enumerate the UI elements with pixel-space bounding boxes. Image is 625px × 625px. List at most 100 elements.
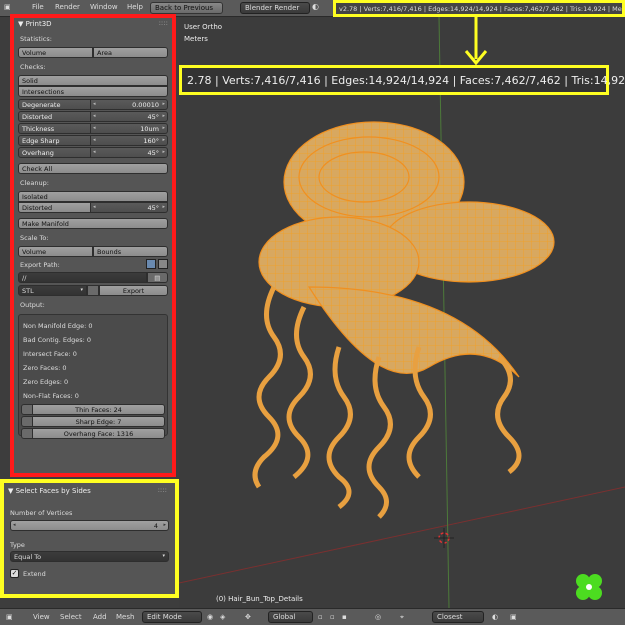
decrement-arrow-icon[interactable]: ◂ [93,125,96,131]
thickness-field[interactable]: ◂ 10um ▸ [91,123,168,134]
output-line: Bad Contig. Edges: 0 [23,336,92,344]
snap-target-icon[interactable]: ◐ [492,613,498,621]
mesh-render [179,17,625,608]
statistics-label: Statistics: [20,35,52,43]
collapse-triangle-icon[interactable]: ▼ [18,20,26,28]
num-vertices-label: Number of Vertices [10,509,73,517]
increment-arrow-icon[interactable]: ▸ [162,149,165,155]
overhang-row: Overhang ◂ 45° ▸ [18,147,168,158]
face-select-icon[interactable]: ▪ [342,613,347,621]
blender-logo-icon: ◐ [312,2,319,11]
render-icon[interactable]: ▣ [510,613,517,621]
make-manifold-button[interactable]: Make Manifold [18,218,168,229]
scale-to-label: Scale To: [20,234,49,242]
decrement-arrow-icon[interactable]: ◂ [93,149,96,155]
increment-arrow-icon[interactable]: ▸ [162,125,165,131]
eyedropper-icon[interactable] [146,259,156,269]
operator-header[interactable]: ▼ Select Faces by Sides :::: [4,485,175,497]
num-vertices-slider[interactable]: ◂ 4 ▸ [10,520,169,531]
editor-type-icon[interactable]: ▣ [6,613,13,621]
drag-handle-icon[interactable]: :::: [158,486,167,494]
edge-sharp-button[interactable]: Edge Sharp [18,135,91,146]
folder-icon[interactable]: ▤ [146,272,168,283]
export-path-field[interactable]: // [18,272,147,283]
decrement-arrow-icon[interactable]: ◂ [93,137,96,143]
3d-viewport[interactable]: User Ortho Meters (0) Hair_Bun_Top_Detai… [179,17,625,608]
menu-file[interactable]: File [32,3,44,11]
dropdown-arrow-icon: ▾ [162,553,165,559]
shading-icon[interactable]: ◉ [207,613,213,621]
decrement-arrow-icon[interactable]: ◂ [93,101,96,107]
increment-arrow-icon[interactable]: ▸ [162,137,165,143]
decrement-arrow-icon[interactable]: ◂ [13,522,16,528]
menu-select[interactable]: Select [60,613,82,621]
editor-type-icon[interactable]: ▣ [4,3,11,11]
overhang-field[interactable]: ◂ 45° ▸ [91,147,168,158]
operator-panel: ▼ Select Faces by Sides :::: Number of V… [0,479,179,598]
isolated-button[interactable]: Isolated [18,191,168,202]
type-select[interactable]: Equal To ▾ [10,551,169,562]
edge-select-icon[interactable]: ▫ [330,613,335,621]
select-icon [21,416,33,427]
dropdown-arrow-icon: ▾ [80,287,83,293]
menu-mesh[interactable]: Mesh [116,613,134,621]
thin-faces-button[interactable]: Thin Faces: 24 [33,404,165,415]
check-all-button[interactable]: Check All [18,163,168,174]
area-button[interactable]: Area [93,47,168,58]
collapse-triangle-icon[interactable]: ▼ [8,487,16,495]
export-button[interactable]: Export [99,285,168,296]
print3d-panel: ▼ Print3D :::: Statistics: Volume Area C… [10,14,176,477]
menu-view[interactable]: View [33,613,50,621]
menu-window[interactable]: Window [90,3,118,11]
render-engine-select[interactable]: Blender Render [240,2,310,14]
increment-arrow-icon[interactable]: ▸ [162,113,165,119]
increment-arrow-icon[interactable]: ▸ [162,204,165,210]
volume-button[interactable]: Volume [18,47,93,58]
extend-checkbox[interactable]: ✓ [10,569,19,578]
overhang-button[interactable]: Overhang [18,147,91,158]
pivot-icon[interactable]: ◈ [220,613,225,621]
export-icon [87,285,99,296]
save-file-icon[interactable] [158,259,168,269]
output-line: Intersect Face: 0 [23,350,77,358]
format-select[interactable]: STL ▾ [18,285,87,296]
drag-handle-icon[interactable]: :::: [159,19,168,27]
mode-select[interactable]: Edit Mode [142,611,202,623]
increment-arrow-icon[interactable]: ▸ [163,522,166,528]
sharp-edge-button[interactable]: Sharp Edge: 7 [33,416,165,427]
decrement-arrow-icon[interactable]: ◂ [93,204,96,210]
degenerate-field[interactable]: ◂ 0.00010 ▸ [91,99,168,110]
edge-sharp-field[interactable]: ◂ 160° ▸ [91,135,168,146]
select-icon [21,404,33,415]
decrement-arrow-icon[interactable]: ◂ [93,113,96,119]
intersections-button[interactable]: Intersections [18,86,168,97]
overhang-face-button[interactable]: Overhang Face: 1316 [33,428,165,439]
distorted-button[interactable]: Distorted [18,111,91,122]
degenerate-button[interactable]: Degenerate [18,99,91,110]
menu-render[interactable]: Render [55,3,80,11]
output-label: Output: [20,301,45,309]
snap-element-select[interactable]: Closest [432,611,484,623]
thickness-button[interactable]: Thickness [18,123,91,134]
print3d-header[interactable]: ▼ Print3D :::: [14,18,172,30]
back-to-previous-button[interactable]: Back to Previous [150,2,223,14]
menu-help[interactable]: Help [127,3,143,11]
cleanup-distorted-button[interactable]: Distorted [18,202,91,213]
cleanup-label: Cleanup: [20,179,49,187]
cleanup-distorted-field[interactable]: ◂ 45° ▸ [91,202,168,213]
manipulator-icon[interactable]: ✥ [245,613,251,621]
increment-arrow-icon[interactable]: ▸ [162,101,165,107]
scene-stats: v2.78 | Verts:7,416/7,416 | Edges:14,924… [333,0,625,17]
vertex-select-icon[interactable]: ▫ [318,613,323,621]
orientation-select[interactable]: Global [268,611,313,623]
export-path-label: Export Path: [14,259,172,270]
type-label: Type [10,541,25,549]
snap-icon[interactable]: ⌖ [400,613,404,622]
menu-add[interactable]: Add [93,613,107,621]
select-icon [21,428,33,439]
solid-button[interactable]: Solid [18,75,168,86]
scale-volume-button[interactable]: Volume [18,246,93,257]
scale-bounds-button[interactable]: Bounds [93,246,168,257]
proportional-edit-icon[interactable]: ◎ [375,613,381,621]
distorted-field[interactable]: ◂ 45° ▸ [91,111,168,122]
